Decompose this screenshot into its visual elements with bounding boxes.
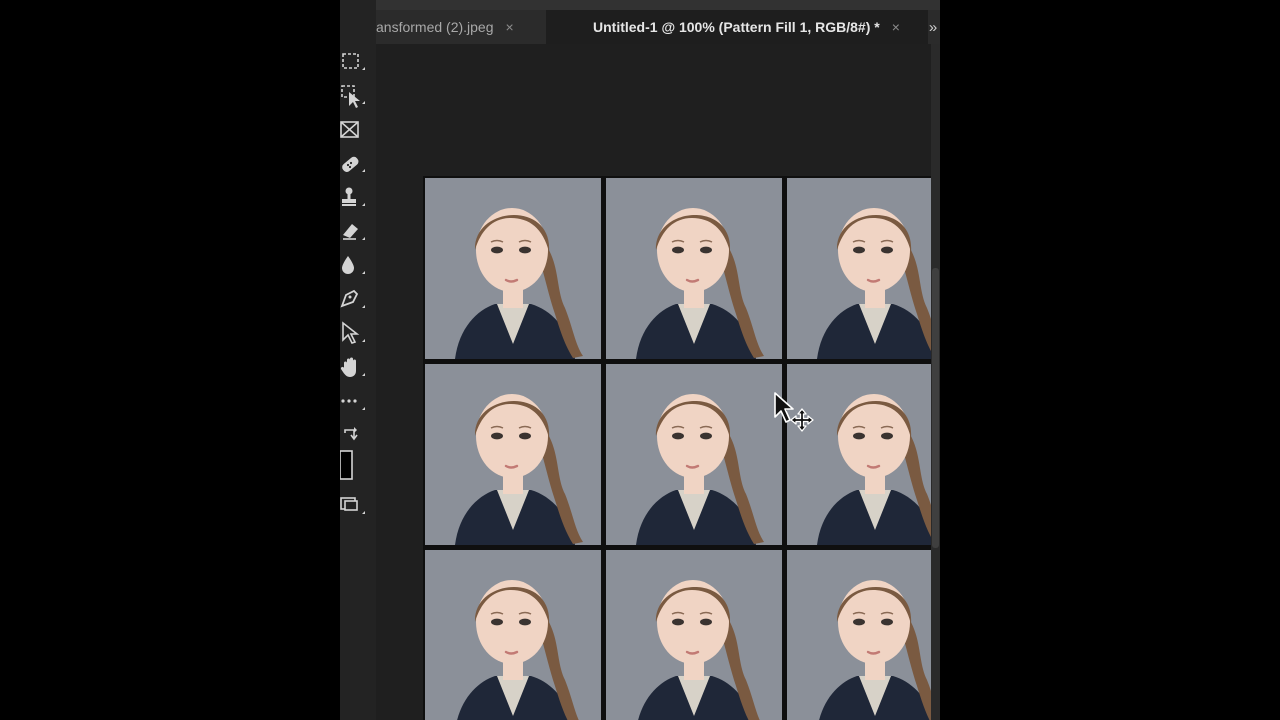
tab-label: Untitled-1 @ 100% (Pattern Fill 1, RGB/8… (593, 19, 880, 35)
canvas-area[interactable] (376, 44, 940, 720)
tab-untitled-1[interactable]: Untitled-1 @ 100% (Pattern Fill 1, RGB/8… (546, 10, 928, 44)
passport-photo (606, 364, 782, 545)
rectangular-marquee-tool-icon[interactable] (340, 48, 368, 76)
move-cursor-icon (773, 391, 819, 437)
passport-photo (606, 550, 782, 720)
more-tools-icon[interactable] (340, 388, 368, 416)
color-swatch-icon[interactable] (340, 450, 368, 482)
close-tab-icon[interactable]: × (892, 19, 900, 35)
passport-photo (787, 550, 940, 720)
eraser-tool-icon[interactable] (340, 218, 368, 246)
hand-tool-icon[interactable] (340, 354, 368, 382)
passport-photo (606, 178, 782, 359)
pen-tool-icon[interactable] (340, 286, 368, 314)
document-canvas[interactable] (423, 176, 940, 720)
tools-panel (340, 0, 376, 720)
passport-photo (425, 178, 601, 359)
frame-tool-icon[interactable] (340, 116, 368, 144)
object-selection-tool-icon[interactable] (340, 82, 368, 110)
scrollbar-thumb[interactable] (932, 268, 939, 548)
tab-label: ansformed (2).jpeg (376, 19, 494, 35)
document-tab-bar: ansformed (2).jpeg × Untitled-1 @ 100% (… (376, 0, 940, 44)
swap-colors-icon[interactable] (340, 422, 368, 450)
spot-healing-brush-tool-icon[interactable] (340, 150, 368, 178)
path-selection-tool-icon[interactable] (340, 320, 368, 348)
tab-overflow-icon[interactable]: » (926, 10, 940, 44)
tab-transformed-jpeg[interactable]: ansformed (2).jpeg × (376, 10, 546, 44)
close-tab-icon[interactable]: × (506, 19, 514, 35)
vertical-scrollbar[interactable] (931, 44, 940, 720)
passport-photo (425, 550, 601, 720)
photoshop-window: ansformed (2).jpeg × Untitled-1 @ 100% (… (340, 0, 940, 720)
passport-photo (787, 178, 940, 359)
clone-stamp-tool-icon[interactable] (340, 184, 368, 212)
blur-tool-icon[interactable] (340, 252, 368, 280)
passport-photo (425, 364, 601, 545)
screen-mode-icon[interactable] (340, 492, 368, 520)
